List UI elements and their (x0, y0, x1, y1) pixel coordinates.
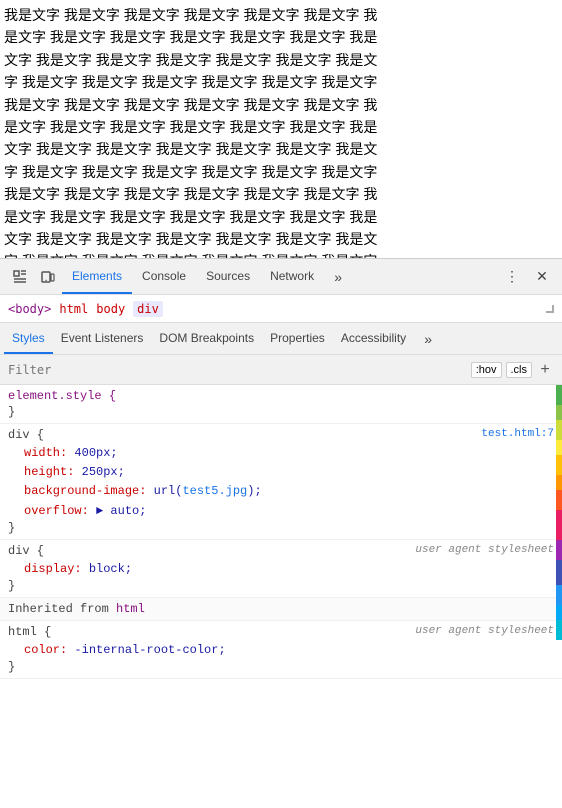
rule-source-html-ua: user agent stylesheet (415, 625, 554, 637)
rule-source-div: test.html:7 (481, 428, 554, 440)
source-link-div[interactable]: test.html:7 (481, 428, 554, 440)
styles-more-icon[interactable]: » (414, 325, 442, 353)
tab-dom-breakpoints[interactable]: DOM Breakpoints (151, 323, 262, 354)
tab-sources[interactable]: Sources (196, 259, 260, 294)
resize-handle[interactable] (546, 305, 554, 313)
css-property-display: display: block; (8, 560, 554, 579)
rule-close-element-style: } (8, 405, 554, 419)
css-rule-element-style: element.style { } (0, 385, 562, 424)
breadcrumb: <body> html body div (0, 295, 562, 323)
cls-button[interactable]: .cls (506, 362, 533, 378)
css-rule-div: test.html:7 div { width: 400px; height: … (0, 424, 562, 540)
add-style-button[interactable]: + (536, 361, 554, 379)
filter-buttons: :hov .cls + (471, 361, 554, 379)
rule-source-div-ua: user agent stylesheet (415, 544, 554, 556)
filter-input[interactable] (8, 363, 471, 377)
styles-scroll[interactable]: element.style { } test.html:7 div { widt… (0, 385, 562, 679)
breadcrumb-item-div[interactable]: div (133, 301, 163, 317)
toolbar-right: ⋮ ✕ (498, 263, 556, 291)
inherited-from-label: Inherited from html (0, 598, 562, 621)
inherited-tag: html (116, 602, 145, 616)
preview-text: 我是文字 我是文字 我是文字 我是文字 我是文字 我是文字 我是文字 我是文字 … (4, 4, 386, 258)
breadcrumb-item-body-tag[interactable]: <body> (8, 302, 51, 316)
rule-close-div-ua: } (8, 579, 554, 593)
tab-event-listeners[interactable]: Event Listeners (53, 323, 152, 354)
triangle-icon[interactable]: ► (96, 504, 103, 518)
css-property-overflow: overflow: ► auto; (8, 502, 554, 521)
preview-area: 我是文字 我是文字 我是文字 我是文字 我是文字 我是文字 我是文字 我是文字 … (0, 0, 562, 258)
devtools-panel: Elements Console Sources Network » ⋮ ✕ (0, 258, 562, 679)
device-icon[interactable] (34, 263, 62, 291)
styles-panel-tabs: Styles Event Listeners DOM Breakpoints P… (0, 323, 562, 355)
css-property-height: height: 250px; (8, 463, 554, 482)
css-rule-div-ua: user agent stylesheet div { display: blo… (0, 540, 562, 598)
tab-network[interactable]: Network (260, 259, 324, 294)
more-tabs-icon[interactable]: » (324, 263, 352, 291)
filter-bar: :hov .cls + (0, 355, 562, 385)
tab-console[interactable]: Console (132, 259, 196, 294)
css-rule-html-ua: user agent stylesheet html { color: -int… (0, 621, 562, 679)
inspect-icon[interactable] (6, 263, 34, 291)
tab-properties[interactable]: Properties (262, 323, 333, 354)
rule-selector-div: div { (8, 428, 554, 442)
tab-styles[interactable]: Styles (4, 323, 53, 354)
styles-content: element.style { } test.html:7 div { widt… (0, 385, 562, 679)
color-sidebar (556, 385, 562, 679)
rule-selector-element-style: element.style { (8, 389, 554, 403)
devtools-toolbar: Elements Console Sources Network » ⋮ ✕ (0, 259, 562, 295)
rule-close-div: } (8, 521, 554, 535)
css-property-background-image: background-image: url(test5.jpg); (8, 482, 554, 501)
breadcrumb-item-html[interactable]: html (59, 302, 88, 316)
tab-elements[interactable]: Elements (62, 259, 132, 294)
devtools-close-icon[interactable]: ✕ (528, 263, 556, 291)
css-property-color: color: -internal-root-color; (8, 641, 554, 660)
hov-button[interactable]: :hov (471, 362, 502, 378)
breadcrumb-item-body[interactable]: body (96, 302, 125, 316)
devtools-tab-bar: Elements Console Sources Network » (62, 259, 498, 294)
preview-content[interactable]: 我是文字 我是文字 我是文字 我是文字 我是文字 我是文字 我是文字 我是文字 … (0, 0, 390, 258)
bg-image-link[interactable]: test5.jpg (182, 484, 247, 498)
css-property-width: width: 400px; (8, 444, 554, 463)
rule-close-html-ua: } (8, 660, 554, 674)
tab-accessibility[interactable]: Accessibility (333, 323, 414, 354)
devtools-menu-icon[interactable]: ⋮ (498, 263, 526, 291)
